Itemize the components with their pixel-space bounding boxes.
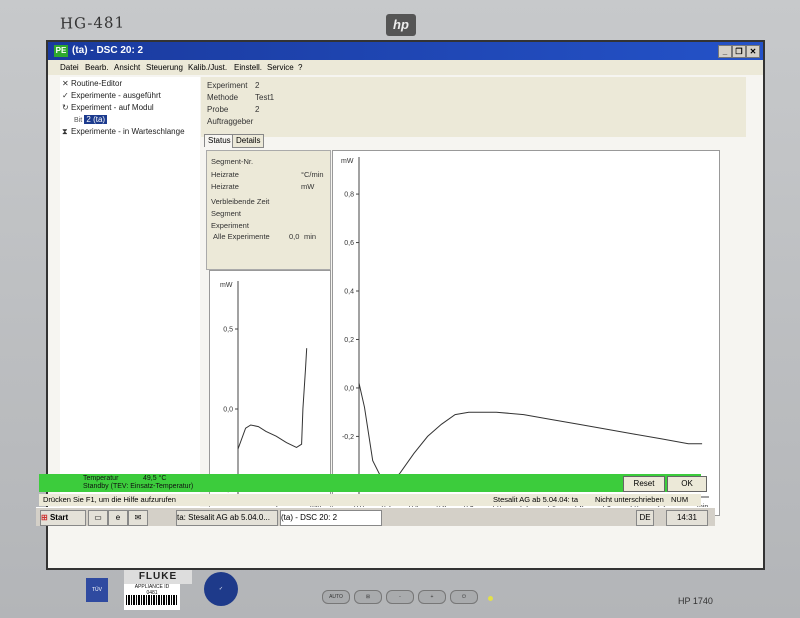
inspection-sticker: TÜV bbox=[86, 578, 108, 602]
help-hint: Drücken Sie F1, um die Hilfe aufzurufen bbox=[43, 495, 176, 504]
taskbar-item-dsc[interactable]: (ta) - DSC 20: 2 bbox=[280, 510, 382, 526]
y-tick-label: -0,2 bbox=[342, 434, 354, 441]
reset-button[interactable]: Reset bbox=[623, 476, 665, 492]
menu-einstell[interactable]: Einstell. bbox=[234, 60, 262, 75]
y-axis-label: mW bbox=[220, 282, 233, 289]
y-tick-label: 0,8 bbox=[344, 192, 354, 199]
quicklaunch-desktop-icon[interactable]: ▭ bbox=[88, 510, 108, 526]
experiment-label: Experiment bbox=[207, 81, 248, 90]
alle-unit: min bbox=[304, 232, 317, 241]
experiment-value: 2 bbox=[255, 81, 260, 90]
tree-item-ausgefuehrt[interactable]: ✓ Experimente - ausgeführt bbox=[62, 91, 161, 100]
series-line bbox=[237, 348, 308, 450]
close-button[interactable]: ✕ bbox=[746, 45, 760, 58]
auftraggeber-label: Auftraggeber bbox=[207, 117, 254, 126]
hp-logo: hp bbox=[386, 14, 416, 36]
temperature-label: Temperatur bbox=[83, 475, 119, 482]
tab-details[interactable]: Details bbox=[232, 134, 265, 148]
windows-logo-icon: ⊞ bbox=[41, 513, 48, 522]
barcode bbox=[126, 595, 178, 605]
start-button[interactable]: ⊞ Start bbox=[40, 510, 86, 526]
y-tick-label: 0,4 bbox=[344, 289, 354, 296]
checkmark-icon: ✓ bbox=[62, 91, 69, 100]
methode-label: Methode bbox=[207, 93, 239, 102]
tab-status[interactable]: Status bbox=[204, 134, 235, 147]
quicklaunch-mail-icon[interactable]: ✉ bbox=[128, 510, 148, 526]
heizrate-label: Heizrate bbox=[211, 170, 239, 179]
fluke-label: FLUKE bbox=[124, 570, 192, 584]
standby-text: Standby (TEV: Einsatz-Temperatur) bbox=[83, 483, 194, 490]
menubar: Datei Bearb. Ansicht Steuerung Kalib./Ju… bbox=[48, 60, 763, 75]
taskbar: ⊞ Start ▭ e ✉ ta: Stesalit AG ab 5.04.0.… bbox=[36, 507, 715, 526]
tools-icon: ✕ bbox=[62, 79, 69, 88]
window-title: (ta) - DSC 20: 2 bbox=[72, 45, 144, 56]
alle-value: 0,0 bbox=[289, 232, 300, 241]
verbleibende-label: Verbleibende Zeit bbox=[211, 197, 270, 206]
y-axis-label: mW bbox=[341, 158, 354, 165]
tree-item-label: 2 (ta) bbox=[84, 115, 108, 124]
language-indicator[interactable]: DE bbox=[636, 510, 654, 526]
temperature-bar: Temperatur 49,5 °C Standby (TEV: Einsatz… bbox=[39, 474, 707, 492]
menu-ansicht[interactable]: Ansicht bbox=[114, 60, 140, 75]
experiment-time-label: Experiment bbox=[211, 221, 249, 230]
methode-value: Test1 bbox=[255, 93, 275, 102]
segment-nr-label: Segment-Nr. bbox=[211, 157, 254, 166]
plus-button[interactable]: + bbox=[418, 590, 446, 604]
electrical-check-sticker: ✓ bbox=[204, 572, 238, 606]
hourglass-icon: ⧗ bbox=[62, 127, 68, 136]
menu-button[interactable]: ⊞ bbox=[354, 590, 382, 604]
heizrate2-unit: mW bbox=[301, 182, 315, 191]
menu-kalib[interactable]: Kalib./Just. bbox=[188, 60, 227, 75]
menu-datei[interactable]: Datei bbox=[60, 60, 79, 75]
auto-button[interactable]: AUTO bbox=[322, 590, 350, 604]
menu-help[interactable]: ? bbox=[298, 60, 302, 75]
quicklaunch-ie-icon[interactable]: e bbox=[108, 510, 128, 526]
company-status: Stesalit AG ab 5.04.04: ta bbox=[493, 495, 579, 504]
main-chart: mWmin0,80,60,40,20,0-0,2-0,40,00,20,40,6… bbox=[341, 157, 709, 511]
tree-item-2-ta[interactable]: Bit 2 (ta) bbox=[74, 115, 108, 124]
minimize-button[interactable]: _ bbox=[718, 45, 732, 58]
clock: 14:31 bbox=[666, 510, 708, 526]
tree-item-warteschlange[interactable]: ⧗ Experimente - in Warteschlange bbox=[62, 127, 185, 137]
alle-label: Alle Experimente bbox=[213, 232, 270, 241]
status-panel: Segment-Nr. Heizrate °C/min Heizrate mW … bbox=[206, 150, 331, 270]
menu-service[interactable]: Service bbox=[267, 60, 294, 75]
cycle-icon: ↻ bbox=[62, 103, 69, 112]
experiment-info: Experiment 2 Methode Test1 Probe 2 Auftr… bbox=[201, 77, 746, 137]
menu-bearb[interactable]: Bearb. bbox=[85, 60, 109, 75]
power-button[interactable]: ⏻ bbox=[450, 590, 478, 604]
monitor-model: HP 1740 bbox=[678, 596, 713, 606]
taskbar-item-stesalit[interactable]: ta: Stesalit AG ab 5.04.0... bbox=[176, 510, 278, 526]
series-line bbox=[358, 382, 703, 483]
heizrate-unit: °C/min bbox=[301, 170, 324, 179]
tree-prefix: Bit bbox=[74, 117, 83, 124]
y-tick-label: 0,6 bbox=[344, 240, 354, 247]
probe-label: Probe bbox=[207, 105, 229, 114]
probe-value: 2 bbox=[255, 105, 260, 114]
main-chart-panel: mWmin0,80,60,40,20,0-0,2-0,40,00,20,40,6… bbox=[332, 150, 720, 516]
temperature-value: 49,5 °C bbox=[143, 475, 167, 482]
heizrate2-label: Heizrate bbox=[211, 182, 239, 191]
y-tick-label: 0,0 bbox=[344, 385, 354, 392]
num-lock-indicator: NUM bbox=[671, 495, 689, 504]
y-tick-label: 0,5 bbox=[223, 327, 233, 334]
signature-status: Nicht unterschrieben bbox=[595, 495, 664, 504]
y-tick-label: 0,2 bbox=[344, 337, 354, 344]
segment-label: Segment bbox=[211, 209, 242, 218]
menu-steuerung[interactable]: Steuerung bbox=[146, 60, 183, 75]
app-icon: PE bbox=[54, 45, 68, 57]
y-tick-label: 0,0 bbox=[223, 407, 233, 414]
window-titlebar: PE (ta) - DSC 20: 2 _ ❐ ✕ bbox=[48, 42, 763, 60]
power-led bbox=[488, 596, 493, 601]
maximize-button[interactable]: ❐ bbox=[732, 45, 746, 58]
experiment-tree: ✕ Routine-Editor ✓ Experimente - ausgeführ… bbox=[60, 77, 200, 507]
tree-item-auf-modul[interactable]: ↻ Experiment - auf Modul bbox=[62, 103, 154, 112]
handwritten-label: HG-481 bbox=[59, 13, 126, 33]
tree-item-routine-editor[interactable]: ✕ Routine-Editor bbox=[62, 79, 122, 88]
ok-button[interactable]: OK bbox=[667, 476, 707, 492]
status-bar: Drücken Sie F1, um die Hilfe aufzurufen … bbox=[39, 494, 701, 506]
minus-button[interactable]: - bbox=[386, 590, 414, 604]
